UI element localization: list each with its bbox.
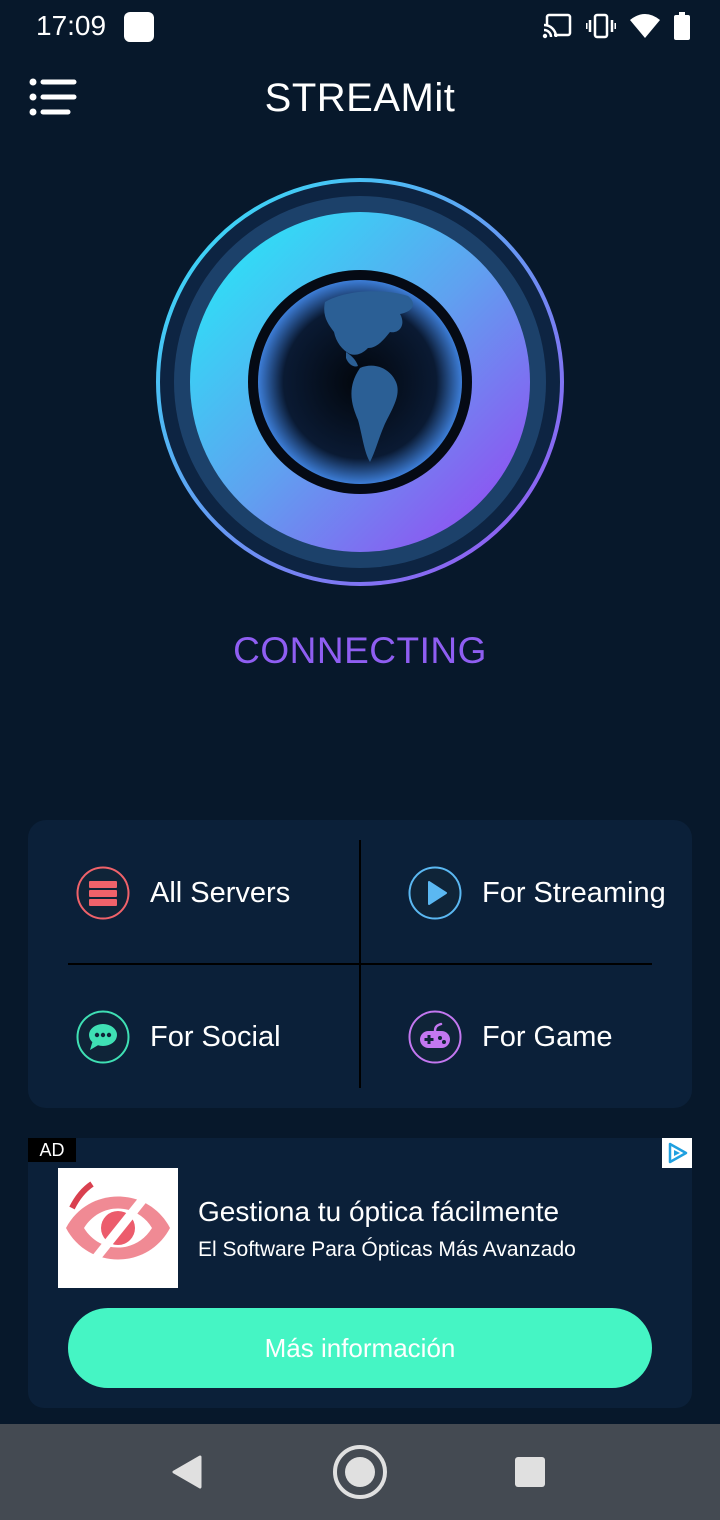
category-label: For Social: [150, 1020, 281, 1053]
system-nav-bar: [0, 1424, 720, 1520]
servers-icon: [76, 866, 130, 920]
category-for-social[interactable]: For Social: [76, 982, 281, 1092]
home-button[interactable]: [332, 1444, 388, 1500]
ad-subtitle: El Software Para Ópticas Más Avanzado: [198, 1238, 576, 1261]
home-icon: [333, 1445, 387, 1499]
notification-square-icon: [124, 12, 154, 42]
category-label: All Servers: [150, 876, 291, 909]
recents-button[interactable]: [502, 1444, 558, 1500]
category-label: For Streaming: [482, 876, 666, 909]
chat-icon: [76, 1010, 130, 1064]
globe-icon: [258, 280, 462, 484]
category-for-streaming[interactable]: For Streaming: [408, 838, 666, 948]
recents-icon: [515, 1457, 545, 1487]
adchoices-icon[interactable]: [662, 1138, 692, 1168]
app-title: STREAMit: [264, 76, 456, 120]
vibrate-icon: [586, 13, 616, 39]
status-time: 17:09: [36, 10, 107, 41]
category-panel: All Servers For Streaming For Social For…: [28, 820, 692, 1108]
ad-card[interactable]: AD Gestiona tu óptica fácilmente El Soft…: [28, 1138, 692, 1408]
optica-eye-logo[interactable]: [58, 1168, 178, 1288]
ad-headline: Gestiona tu óptica fácilmente: [198, 1196, 560, 1227]
status-bar: 17:09: [0, 0, 720, 56]
horizontal-divider: [68, 963, 652, 965]
connection-status: CONNECTING: [233, 630, 487, 671]
back-icon: [172, 1455, 202, 1489]
gamepad-icon: [408, 1010, 462, 1064]
play-icon: [408, 866, 462, 920]
connect-button[interactable]: [150, 172, 570, 592]
battery-icon: [674, 12, 690, 40]
category-for-game[interactable]: For Game: [408, 982, 613, 1092]
back-button[interactable]: [160, 1444, 216, 1500]
ad-cta-button[interactable]: Más información: [68, 1308, 652, 1388]
wifi-icon: [630, 13, 660, 39]
cast-icon: [542, 13, 572, 39]
category-label: For Game: [482, 1020, 613, 1053]
category-all-servers[interactable]: All Servers: [76, 838, 290, 948]
status-icons: [542, 12, 690, 40]
ad-badge: AD: [28, 1138, 76, 1162]
